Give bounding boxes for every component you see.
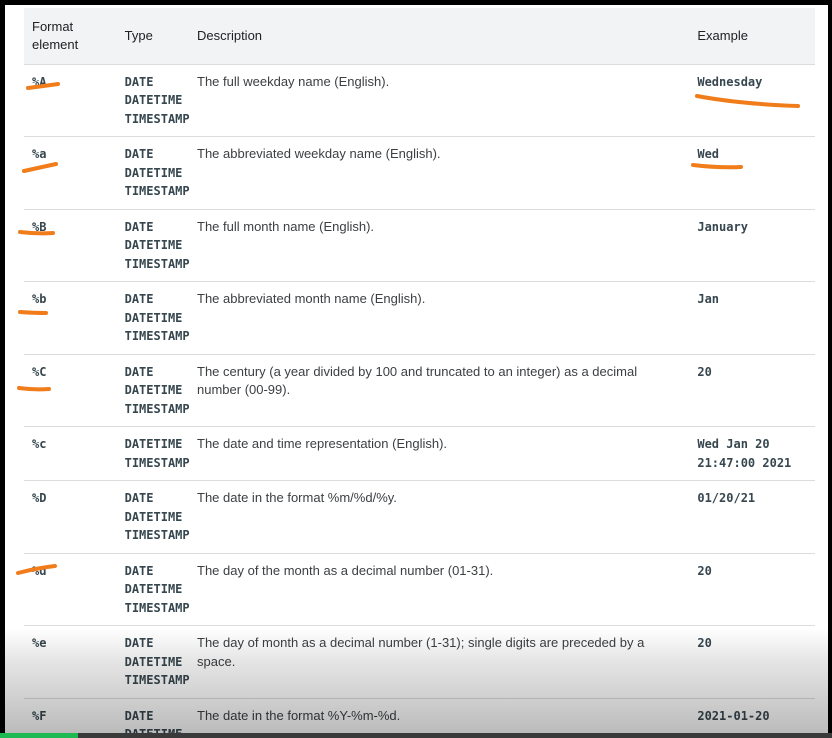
format-element-cell: %c	[24, 426, 117, 481]
type-label: TIMESTAMP	[124, 455, 190, 470]
documentation-page: Format element Type Description Example …	[5, 5, 828, 733]
type-label: DATE	[124, 147, 154, 161]
table-row: %b DATE DATETIME TIMESTAMP The abbreviated m…	[24, 281, 815, 354]
table-row: %c DATETIME TIMESTAMP The date and time rep…	[24, 426, 815, 481]
format-element-cell: %B	[24, 208, 117, 282]
type-cell: DATE DATETIME TIMESTAMP	[116, 208, 190, 282]
type-label: DATETIME	[124, 509, 183, 524]
type-label: DATETIME	[124, 437, 183, 451]
example-cell: 20	[689, 552, 815, 626]
type-label: DATE	[124, 292, 154, 306]
description-cell: The date in the format %m/%d/%y.	[189, 480, 690, 553]
type-label: DATETIME	[124, 383, 183, 397]
table-header-row: Format element Type Description Example	[24, 8, 815, 64]
type-cell: DATE DATETIME TIMESTAMP	[116, 281, 190, 354]
type-cell: DATE DATETIME TIMESTAMP	[116, 480, 190, 553]
example-cell: 2021-01-20	[689, 697, 815, 733]
table-row: %d DATE DATETIME TIMESTAMP The day of the mo…	[24, 552, 815, 626]
description-cell: The full weekday name (English).	[189, 63, 690, 137]
description-cell: The date in the format %Y-%m-%d.	[189, 697, 690, 733]
format-element-cell: %D	[24, 480, 117, 553]
type-label: TIMESTAMP	[124, 329, 190, 343]
type-label: DATETIME	[124, 238, 183, 252]
format-elements-table: Format element Type Description Example …	[24, 8, 815, 733]
description-cell: The abbreviated month name (English).	[189, 281, 690, 354]
format-element-cell: %A	[24, 63, 117, 137]
description-cell: The day of the month as a decimal number…	[189, 552, 690, 626]
type-label: TIMESTAMP	[124, 673, 190, 687]
type-label: DATE	[124, 708, 154, 723]
type-label: DATE	[124, 74, 154, 89]
format-element-cell: %b	[24, 281, 117, 354]
type-cell: DATEDATETIMETIMESTAMP	[116, 697, 189, 733]
example-cell: 20	[689, 625, 815, 698]
format-element-cell: %a	[24, 136, 117, 209]
format-element-cell: %F	[24, 697, 117, 733]
table-row: %e DATE DATETIME TIMESTAMP The day of month …	[24, 625, 815, 698]
example-cell: Wednesday	[689, 63, 815, 137]
type-label: DATE	[124, 219, 154, 234]
type-cell: DATE DATETIME TIMESTAMP	[116, 63, 190, 137]
type-label: DATETIME	[124, 654, 183, 669]
description-cell: The full month name (English).	[189, 208, 690, 282]
type-label: DATETIME	[125, 725, 183, 733]
type-label: DATE	[124, 636, 154, 650]
type-label: TIMESTAMP	[124, 184, 190, 198]
video-progress-bar[interactable]	[0, 733, 832, 738]
type-label: TIMESTAMP	[124, 528, 190, 542]
type-label: TIMESTAMP	[124, 111, 190, 126]
type-cell: DATE DATETIME TIMESTAMP	[116, 552, 190, 626]
type-label: DATETIME	[124, 165, 183, 180]
format-element-cell: %e	[24, 625, 117, 698]
table-body: %A DATE DATETIME TIMESTAMP The full weekday …	[24, 63, 815, 733]
header-description: Description	[197, 27, 263, 43]
table-row: %D DATE DATETIME TIMESTAMP The date in the f…	[24, 480, 815, 553]
type-label: DATETIME	[124, 93, 183, 107]
description-cell: The abbreviated weekday name (English).	[189, 136, 690, 209]
example-cell: Jan	[689, 281, 815, 354]
description-cell: The century (a year divided by 100 and t…	[189, 353, 690, 427]
header-type: Type	[124, 27, 153, 43]
type-cell: DATETIME TIMESTAMP	[116, 426, 190, 481]
type-label: DATE	[124, 491, 154, 505]
table-row: %a DATE DATETIME TIMESTAMP The abbreviated w…	[24, 136, 815, 209]
type-label: TIMESTAMP	[124, 401, 190, 416]
example-cell: Wed	[689, 136, 815, 209]
header-format-element: Format element	[32, 18, 79, 52]
type-label: TIMESTAMP	[124, 256, 190, 271]
example-cell: Wed Jan 20 21:47:00 2021	[689, 426, 815, 481]
type-cell: DATE DATETIME TIMESTAMP	[116, 625, 190, 698]
table-row: %FDATEDATETIMETIMESTAMPThe date in the f…	[24, 697, 815, 733]
type-label: TIMESTAMP	[124, 600, 190, 615]
screenshot-frame: Format element Type Description Example …	[0, 0, 832, 738]
description-cell: The date and time representation (Englis…	[189, 426, 690, 481]
description-cell: The day of month as a decimal number (1-…	[189, 625, 690, 698]
header-example: Example	[697, 27, 748, 43]
type-label: DATETIME	[124, 582, 183, 596]
type-label: DATE	[124, 364, 154, 379]
table-row: %C DATE DATETIME TIMESTAMP The century (a ye…	[24, 353, 815, 427]
video-progress-fill	[0, 733, 79, 738]
type-label: DATE	[124, 563, 154, 578]
type-cell: DATE DATETIME TIMESTAMP	[116, 353, 190, 427]
example-cell: January	[689, 208, 815, 282]
format-element-cell: %C	[24, 353, 117, 427]
example-cell: 20	[689, 353, 815, 427]
table-row: %A DATE DATETIME TIMESTAMP The full weekday …	[24, 63, 815, 137]
type-label: DATETIME	[124, 310, 183, 325]
table-row: %B DATE DATETIME TIMESTAMP The full month na…	[24, 208, 815, 282]
example-cell: 01/20/21	[689, 480, 815, 553]
type-cell: DATE DATETIME TIMESTAMP	[116, 136, 190, 209]
format-element-cell: %d	[24, 552, 117, 626]
